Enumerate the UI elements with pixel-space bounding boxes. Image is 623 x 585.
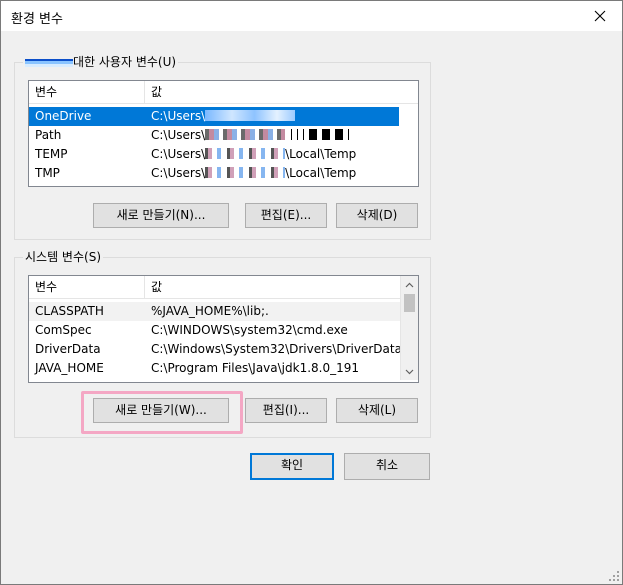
system-new-button[interactable]: 새로 만들기(W)... (93, 398, 229, 423)
user-variables-label-text: 대한 사용자 변수(U) (73, 55, 177, 69)
variable-name: CLASSPATH (35, 304, 104, 318)
window-title: 환경 변수 (11, 12, 63, 27)
redacted-path (205, 129, 286, 140)
user-new-button[interactable]: 새로 만들기(N)... (93, 203, 229, 228)
value-text: C:\Users\ (151, 128, 206, 142)
column-header-value[interactable]: 값 (145, 276, 401, 298)
column-header-variable[interactable]: 변수 (29, 81, 145, 103)
scroll-thumb[interactable] (404, 294, 415, 312)
variable-value: C:\Program Files\Java\jdk1.8.0_191 (151, 361, 360, 375)
system-edit-button[interactable]: 편집(I)... (245, 398, 327, 423)
list-item[interactable]: OneDrive C:\Users\ (29, 107, 399, 126)
scroll-down-button[interactable] (401, 363, 418, 380)
column-header-variable[interactable]: 변수 (29, 276, 145, 298)
value-suffix: \Local\Temp (285, 147, 357, 161)
variable-value: C:\Users\ (145, 126, 401, 146)
variable-value: C:\Users\ \Local\Temp (145, 164, 401, 183)
value-suffix: \Local\Temp (285, 166, 357, 180)
user-edit-button[interactable]: 편집(E)... (245, 203, 327, 228)
value-text: C:\Users\ (151, 109, 206, 123)
scroll-up-button[interactable] (401, 276, 418, 293)
list-item[interactable]: JAVA_HOME C:\Program Files\Java\jdk1.8.0… (29, 359, 401, 378)
ok-button[interactable]: 확인 (250, 453, 334, 480)
redacted-path (205, 167, 286, 178)
redacted-username (25, 58, 73, 67)
close-icon (594, 10, 606, 22)
redacted-bars (291, 127, 354, 146)
close-button[interactable] (578, 1, 622, 31)
system-variables-list[interactable]: 변수 값 CLASSPATH %JAVA_HOME%\lib;. ComSpec… (28, 275, 419, 383)
variable-name: ComSpec (35, 323, 92, 337)
value-text: C:\Users\ (151, 147, 206, 161)
list-item[interactable]: TMP C:\Users\ \Local\Temp (29, 164, 399, 183)
system-variables-group: 시스템 변수(S) 변수 값 CLASSPATH %JAVA_HOME%\lib… (14, 250, 431, 438)
list-header: 변수 값 (29, 276, 401, 299)
variable-value: C:\Users\ \Local\Temp (145, 145, 401, 164)
column-header-value[interactable]: 값 (145, 81, 418, 103)
resize-grip-icon[interactable] (608, 570, 620, 582)
chevron-down-icon (405, 369, 414, 374)
list-item[interactable]: CLASSPATH %JAVA_HOME%\lib;. (29, 302, 401, 321)
variable-value: C:\Users\ (145, 107, 401, 126)
variable-name: Path (35, 128, 62, 142)
environment-variables-dialog: 환경 변수 대한 사용자 변수(U) 변수 값 OneDrive C:\User… (0, 0, 623, 585)
variable-value: C:\Windows\System32\Drivers\DriverData (151, 342, 401, 356)
redacted-path (205, 148, 286, 159)
vertical-scrollbar[interactable] (400, 276, 418, 380)
list-item[interactable]: ComSpec C:\WINDOWS\system32\cmd.exe (29, 321, 401, 340)
user-delete-button[interactable]: 삭제(D) (336, 203, 418, 228)
system-variables-group-label: 시스템 변수(S) (23, 250, 103, 264)
list-item[interactable]: DriverData C:\Windows\System32\Drivers\D… (29, 340, 401, 359)
list-item[interactable]: TEMP C:\Users\ \Local\Temp (29, 145, 399, 164)
list-item[interactable]: Path C:\Users\ (29, 126, 399, 145)
variable-name: JAVA_HOME (35, 361, 104, 375)
variable-name: TMP (35, 166, 60, 180)
chevron-up-icon (405, 282, 414, 287)
title-bar: 환경 변수 (1, 1, 622, 31)
variable-name: DriverData (35, 342, 101, 356)
variable-value: C:\WINDOWS\system32\cmd.exe (151, 323, 348, 337)
system-delete-button[interactable]: 삭제(L) (336, 398, 418, 423)
user-variables-group-label: 대한 사용자 변수(U) (23, 55, 179, 69)
variable-name: TEMP (35, 147, 68, 161)
cancel-button[interactable]: 취소 (344, 453, 430, 480)
user-variables-group: 대한 사용자 변수(U) 변수 값 OneDrive C:\Users\ Pat… (14, 55, 431, 240)
value-text: C:\Users\ (151, 166, 206, 180)
list-header: 변수 값 (29, 81, 418, 104)
variable-value: %JAVA_HOME%\lib;. (151, 304, 269, 318)
variable-name: OneDrive (35, 109, 92, 123)
redacted-path (205, 110, 296, 121)
user-variables-list[interactable]: 변수 값 OneDrive C:\Users\ Path C:\Users\ T… (28, 80, 419, 187)
